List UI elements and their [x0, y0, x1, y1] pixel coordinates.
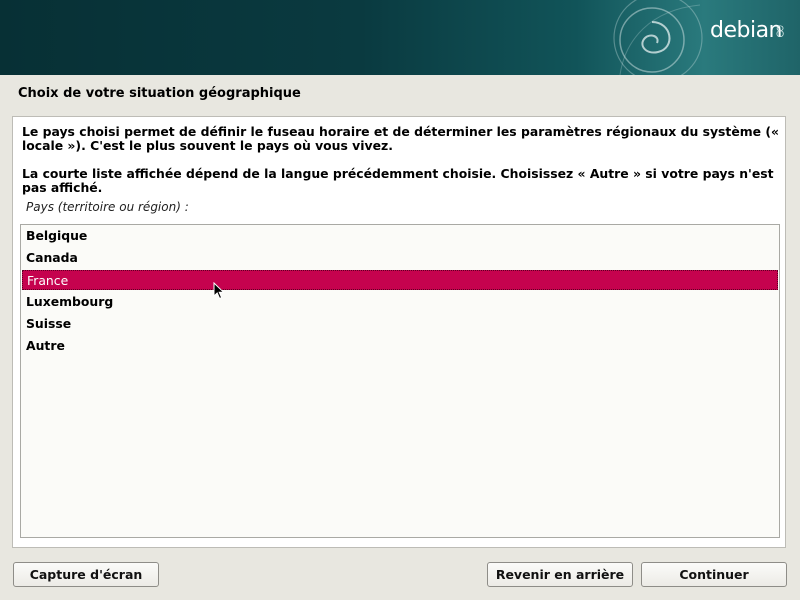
- page-title: Choix de votre situation géographique: [18, 86, 301, 101]
- header-banner: debian 8: [0, 0, 800, 75]
- country-item-belgique[interactable]: Belgique: [22, 226, 778, 246]
- country-list[interactable]: Belgique Canada France Luxembourg Suisse…: [20, 224, 780, 538]
- mouse-cursor-icon: [213, 282, 225, 300]
- country-item-luxembourg[interactable]: Luxembourg: [22, 292, 778, 312]
- country-item-suisse[interactable]: Suisse: [22, 314, 778, 334]
- debian-swirl-icon: [613, 0, 703, 75]
- content-panel: Le pays choisi permet de définir le fuse…: [12, 116, 786, 548]
- continue-button[interactable]: Continuer: [641, 562, 787, 587]
- description-paragraph-2: La courte liste affichée dépend de la la…: [22, 166, 774, 195]
- country-item-autre[interactable]: Autre: [22, 336, 778, 356]
- debian-logo-text: debian: [710, 18, 783, 43]
- country-list-label: Pays (territoire ou région) :: [26, 200, 189, 214]
- back-button[interactable]: Revenir en arrière: [487, 562, 633, 587]
- debian-version: 8: [775, 22, 786, 41]
- country-item-canada[interactable]: Canada: [22, 248, 778, 268]
- country-item-france[interactable]: France: [22, 270, 778, 290]
- description-paragraph-1: Le pays choisi permet de définir le fuse…: [22, 124, 780, 153]
- screenshot-button[interactable]: Capture d'écran: [13, 562, 159, 587]
